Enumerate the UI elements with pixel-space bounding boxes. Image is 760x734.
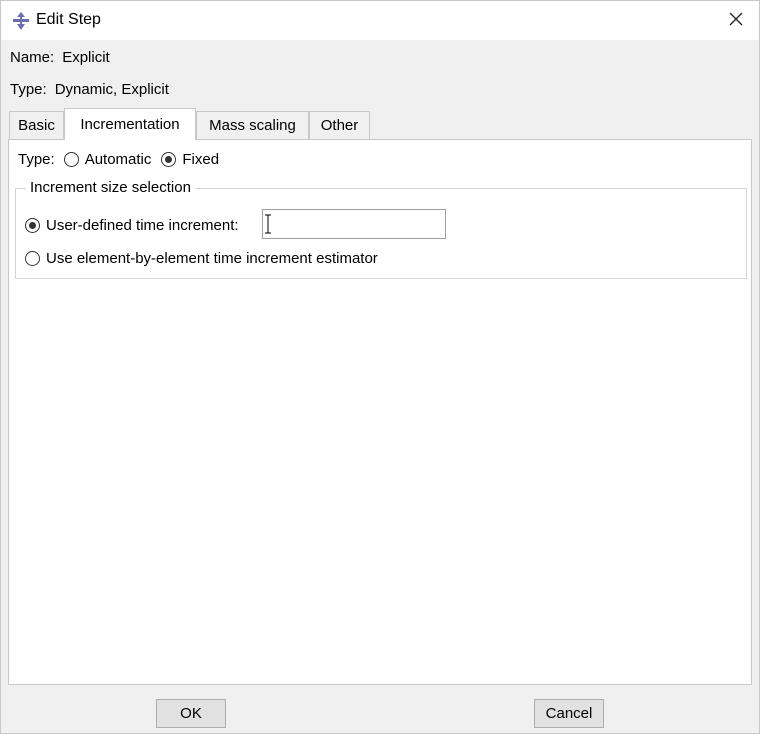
automatic-label: Automatic <box>84 151 152 168</box>
step-app-icon <box>11 11 31 31</box>
increment-type-label: Type: <box>18 151 55 168</box>
type-label: Type: <box>10 81 47 98</box>
ok-button[interactable]: OK <box>156 699 226 728</box>
tab-label: Basic <box>18 117 55 134</box>
estimator-label: Use element-by-element time increment es… <box>46 250 378 267</box>
step-name-row: Name: Explicit <box>10 49 110 66</box>
close-icon <box>729 12 743 30</box>
fixed-label: Fixed <box>182 151 220 168</box>
group-title: Increment size selection <box>26 179 195 196</box>
step-type-row: Type: Dynamic, Explicit <box>10 81 169 98</box>
type-automatic-option[interactable]: Automatic <box>63 151 152 168</box>
tab-label: Incrementation <box>80 116 180 133</box>
tab-basic[interactable]: Basic <box>9 111 64 139</box>
incrementation-panel: Type: Automatic Fixed Increment size sel… <box>8 139 752 685</box>
increment-type-row: Type: Automatic Fixed <box>18 151 229 168</box>
fixed-radio[interactable] <box>161 152 177 167</box>
estimator-option[interactable]: Use element-by-element time increment es… <box>25 250 378 267</box>
name-value: Explicit <box>62 49 110 66</box>
time-increment-field-wrap <box>262 209 446 239</box>
user-defined-option[interactable]: User-defined time increment: <box>25 217 239 234</box>
cancel-button[interactable]: Cancel <box>534 699 604 728</box>
tab-label: Other <box>320 117 359 134</box>
tab-other[interactable]: Other <box>309 111 370 139</box>
text-cursor-icon <box>265 214 271 234</box>
edit-step-dialog: Edit Step Name: Explicit Type: Dynamic, Ex… <box>0 0 760 734</box>
user-defined-radio[interactable] <box>25 218 40 233</box>
tab-label: Mass scaling <box>209 117 296 134</box>
tab-mass-scaling[interactable]: Mass scaling <box>196 111 309 139</box>
automatic-radio[interactable] <box>63 152 79 167</box>
estimator-radio[interactable] <box>25 251 40 266</box>
type-value: Dynamic, Explicit <box>54 81 169 98</box>
user-defined-label: User-defined time increment: <box>46 217 239 234</box>
tab-incrementation[interactable]: Incrementation <box>64 108 196 140</box>
window-title: Edit Step <box>36 11 101 28</box>
title-bar[interactable]: Edit Step <box>1 1 759 40</box>
close-button[interactable] <box>715 1 757 40</box>
time-increment-input[interactable] <box>262 209 446 239</box>
name-label: Name: <box>10 49 55 66</box>
increment-size-group: Increment size selection User-defined ti… <box>15 179 747 279</box>
type-fixed-option[interactable]: Fixed <box>161 151 219 168</box>
